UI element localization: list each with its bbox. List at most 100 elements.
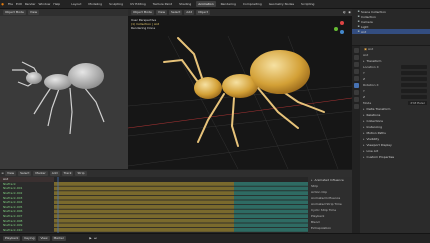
tool-tab-icon[interactable] xyxy=(353,48,359,53)
nla-strip[interactable] xyxy=(54,200,234,205)
nla-strip-area[interactable] xyxy=(54,177,308,233)
tab-shading[interactable]: Shading xyxy=(177,1,193,7)
tab-modeling[interactable]: Modeling xyxy=(86,1,104,7)
object-tab-icon[interactable] xyxy=(353,83,359,88)
nla-track-list: Ant NlaTrack NlaTrack.001 NlaTrack.002 NlaTr… xyxy=(0,177,54,233)
nla-strip[interactable] xyxy=(54,205,234,209)
nla-strip-blend[interactable] xyxy=(234,218,308,223)
menu-object[interactable]: Object xyxy=(196,10,210,15)
transform-label: Rotation X xyxy=(363,83,379,87)
nla-strip-blend[interactable] xyxy=(234,228,308,232)
transform-label: Y xyxy=(363,89,365,93)
nla-menu-add[interactable]: Add xyxy=(49,171,60,176)
scene-tab-icon[interactable] xyxy=(353,69,359,74)
nla-strip[interactable] xyxy=(54,214,234,218)
transform-label: Y xyxy=(363,71,365,75)
menu-select[interactable]: Select xyxy=(169,10,183,15)
menu-add[interactable]: Add xyxy=(184,10,195,15)
nla-strip[interactable] xyxy=(54,195,234,200)
nla-strip-blend[interactable] xyxy=(234,182,308,186)
properties-area: ▪ Scene Collection ▪ Collection ▪ Camera ▪ Ligh… xyxy=(352,9,430,234)
keying-menu[interactable]: Keying xyxy=(22,236,37,241)
output-tab-icon[interactable] xyxy=(353,62,359,67)
main-viewport[interactable]: Object Mode View Select Add Object ◐ ◉ U… xyxy=(128,9,352,169)
tab-texture-paint[interactable]: Texture Paint xyxy=(151,1,174,7)
nla-strip-blend[interactable] xyxy=(234,200,308,205)
nla-strip[interactable] xyxy=(54,186,234,191)
jump-end-icon[interactable]: ⏭ xyxy=(93,236,98,241)
tab-animation[interactable]: Animation xyxy=(196,1,216,7)
tab-sculpting[interactable]: Sculpting xyxy=(107,1,125,7)
nla-menu-marker[interactable]: Marker xyxy=(33,171,48,176)
tab-scripting[interactable]: Scripting xyxy=(299,1,316,7)
workspace-tabs: Layout Modeling Sculpting UV Editing Texture… xyxy=(66,1,316,7)
transform-field[interactable] xyxy=(401,77,427,81)
tab-compositing[interactable]: Compositing xyxy=(241,1,264,7)
object-sub-name[interactable]: Ant xyxy=(363,53,368,57)
outliner-label: Collection xyxy=(361,14,376,19)
nla-menu-select[interactable]: Select xyxy=(18,171,32,176)
transform-label: Location X xyxy=(363,65,379,69)
tab-geometry-nodes[interactable]: Geometry Nodes xyxy=(267,1,296,7)
render-tab-icon[interactable] xyxy=(353,55,359,60)
nla-strip[interactable] xyxy=(54,182,234,186)
rotation-mode-select[interactable]: XYZ Euler xyxy=(408,101,427,105)
world-tab-icon[interactable] xyxy=(353,76,359,81)
transform-field[interactable] xyxy=(401,71,427,75)
nla-strip-blend[interactable] xyxy=(234,195,308,200)
outliner-row[interactable]: ▪ Ant xyxy=(352,29,430,34)
nla-menu-view[interactable]: View xyxy=(5,171,17,176)
menu-render[interactable]: Render xyxy=(25,2,36,6)
menu-edit[interactable]: Edit xyxy=(16,2,22,6)
main-mode-select[interactable]: Object Mode xyxy=(131,10,154,15)
nla-strip[interactable] xyxy=(54,228,234,232)
tab-layout[interactable]: Layout xyxy=(69,1,83,7)
nla-strip-blend[interactable] xyxy=(234,209,308,214)
nla-menu-track[interactable]: Track xyxy=(61,171,74,176)
object-name[interactable]: Ant xyxy=(368,47,373,51)
left-mode-select[interactable]: Object Mode xyxy=(3,10,26,15)
nla-strip[interactable] xyxy=(54,191,234,195)
nla-side-row[interactable]: Extrapolation xyxy=(308,225,352,231)
transform-field[interactable] xyxy=(401,89,427,93)
menu-window[interactable]: Window xyxy=(39,2,51,6)
nla-strip[interactable] xyxy=(54,223,234,228)
nla-track-name[interactable]: NlaTrack.010 xyxy=(0,228,54,233)
menu-file[interactable]: File xyxy=(8,2,13,6)
gizmo-y-icon[interactable] xyxy=(334,27,338,31)
transform-field[interactable] xyxy=(401,83,427,87)
nla-strip-blend[interactable] xyxy=(234,191,308,195)
transform-field[interactable] xyxy=(401,95,427,99)
gizmo-x-icon[interactable] xyxy=(340,21,344,25)
nla-strip-blend[interactable] xyxy=(234,214,308,218)
tab-uv-editing[interactable]: UV Editing xyxy=(128,1,148,7)
properties-tabs xyxy=(352,46,360,234)
main-menu: File Edit Render Window Help xyxy=(5,2,60,6)
gizmo-z-icon[interactable] xyxy=(340,30,344,34)
menu-view[interactable]: View xyxy=(155,10,168,15)
marker-menu[interactable]: Marker xyxy=(51,236,66,241)
transform-field[interactable] xyxy=(401,65,427,69)
nla-editor: ≡ View Select Marker Add Track Strip Ant NlaTr… xyxy=(0,170,352,233)
physics-tab-icon[interactable] xyxy=(353,97,359,102)
nla-strip-blend[interactable] xyxy=(234,186,308,191)
nla-strip[interactable] xyxy=(54,209,234,214)
section-header[interactable]: Custom Properties xyxy=(360,154,430,160)
left-viewport[interactable]: Object Mode View xyxy=(0,9,128,169)
main-viewport-header: Object Mode View Select Add Object ◐ ◉ xyxy=(128,9,352,16)
main-ant-render xyxy=(128,35,352,169)
material-tab-icon[interactable] xyxy=(353,104,359,109)
nla-sidebar: Animated Influence StripAction ClipAnima… xyxy=(308,177,352,233)
nla-strip-blend[interactable] xyxy=(234,223,308,228)
tab-rendering[interactable]: Rendering xyxy=(219,1,238,7)
nla-header: ≡ View Select Marker Add Track Strip xyxy=(0,170,352,177)
menu-help[interactable]: Help xyxy=(53,2,60,6)
navigation-gizmo[interactable] xyxy=(332,21,346,35)
modifier-tab-icon[interactable] xyxy=(353,90,359,95)
view-menu[interactable]: View xyxy=(38,236,50,241)
left-view-menu[interactable]: View xyxy=(27,10,40,15)
playback-menu[interactable]: Playback xyxy=(3,236,21,241)
nla-strip[interactable] xyxy=(54,218,234,223)
nla-strip-blend[interactable] xyxy=(234,205,308,209)
nla-menu-strip[interactable]: Strip xyxy=(75,171,87,176)
